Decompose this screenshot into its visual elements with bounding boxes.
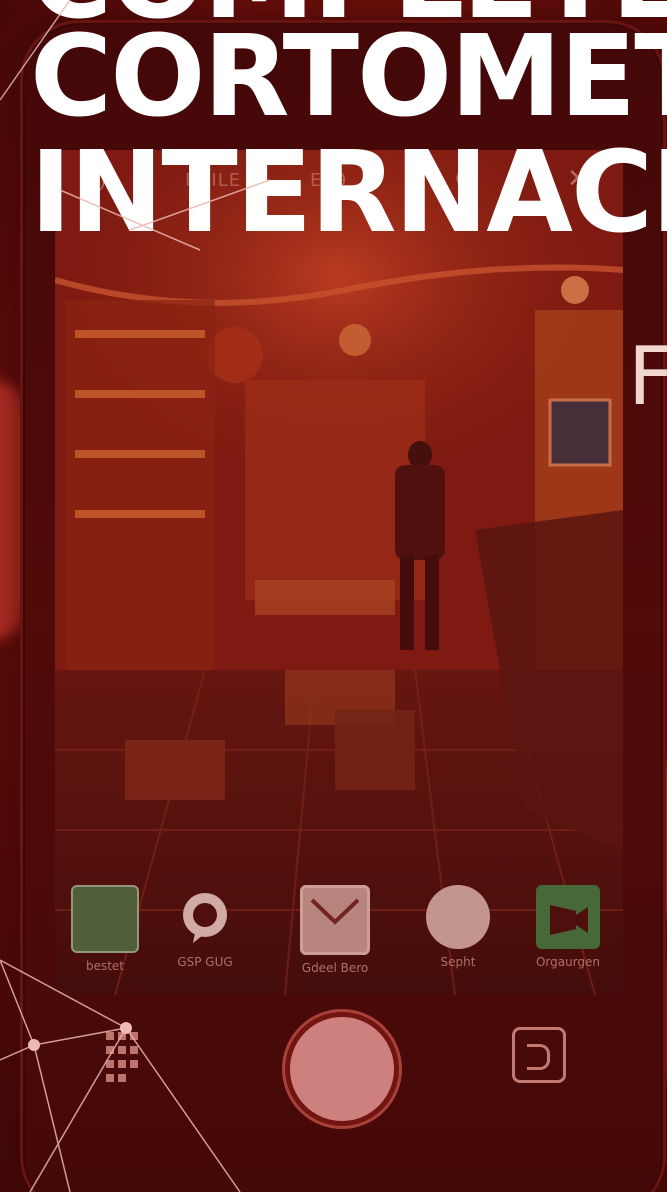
headline-line-3: INTERNACIO xyxy=(30,128,667,258)
headline-line-2: CORTOMET xyxy=(30,12,667,142)
partial-subtitle: F xyxy=(628,330,667,423)
poster: ◎ PHILE E89 ◔ ✕ bestet GSP GUG Gdeel Ber… xyxy=(0,0,667,1192)
headline: COMPLETE CORTOMET INTERNACIO xyxy=(30,0,667,249)
